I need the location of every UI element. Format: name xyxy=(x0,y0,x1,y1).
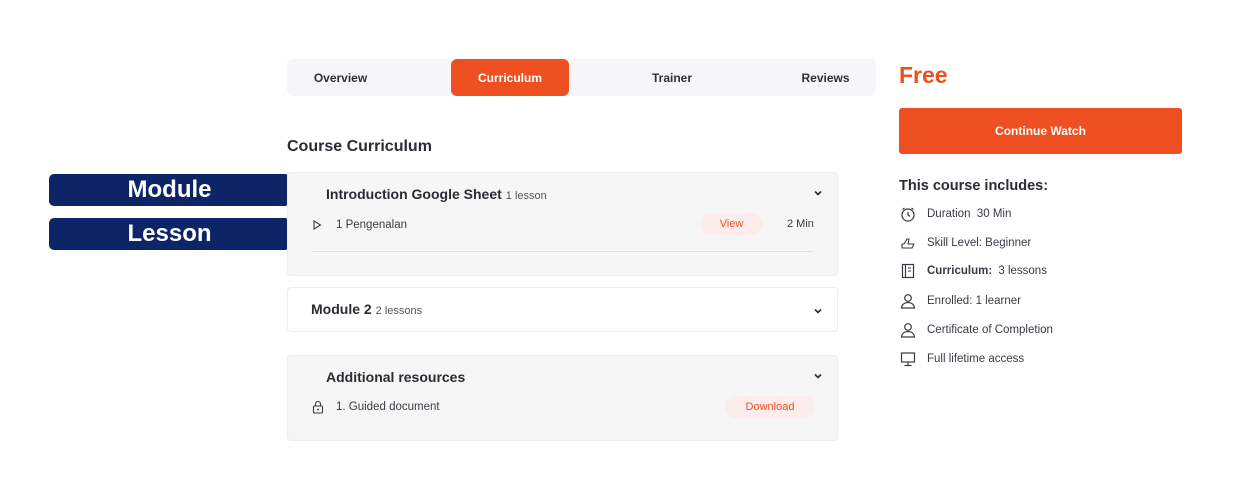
resource-title: 1. Guided document xyxy=(336,401,440,413)
module-lesson-count: 1 lesson xyxy=(505,190,547,202)
module-annotation-label: Module xyxy=(49,174,290,206)
clock-icon xyxy=(899,205,917,223)
chevron-down-icon[interactable] xyxy=(814,307,822,315)
course-price: Free xyxy=(899,62,948,88)
hand-icon xyxy=(899,234,917,252)
include-label: Certificate of Completion xyxy=(927,324,1053,336)
module-header[interactable]: Module 22 lessons xyxy=(311,301,422,317)
module-title: Module 2 xyxy=(311,301,372,317)
module-item: Introduction Google Sheet 1 lesson 1 Peng… xyxy=(287,172,838,276)
include-label: Duration xyxy=(927,208,971,220)
module-title: Introduction Google Sheet xyxy=(326,186,502,202)
include-item-skill: Skill Level: Beginner xyxy=(899,234,1031,252)
lesson-annotation-label: Lesson xyxy=(49,218,290,250)
include-label: Skill Level: Beginner xyxy=(927,237,1032,249)
view-lesson-button[interactable]: View xyxy=(700,213,763,235)
include-item-lifetime: Full lifetime access xyxy=(899,350,1024,368)
tab-curriculum[interactable]: Curriculum xyxy=(451,59,569,96)
course-tabs: Overview Curriculum Trainer Reviews xyxy=(287,59,876,96)
tab-reviews[interactable]: Reviews xyxy=(778,59,873,96)
include-item-enrolled: Enrolled: 1 learner xyxy=(899,292,1021,310)
chevron-down-icon[interactable] xyxy=(814,372,822,380)
user-icon xyxy=(899,292,917,310)
continue-watch-button[interactable]: Continue Watch xyxy=(899,108,1182,154)
includes-title: This course includes: xyxy=(899,178,1049,194)
include-label: Enrolled: 1 learner xyxy=(927,295,1021,307)
include-label: Full lifetime access xyxy=(927,353,1025,365)
divider xyxy=(312,251,813,252)
download-button[interactable]: Download xyxy=(725,396,815,418)
tab-trainer[interactable]: Trainer xyxy=(614,59,730,96)
include-value: 3 lessons xyxy=(998,265,1047,277)
lesson-title: 1 Pengenalan xyxy=(336,219,407,231)
lock-icon xyxy=(312,400,326,414)
tab-overview[interactable]: Overview xyxy=(287,59,394,96)
screen-icon xyxy=(899,350,917,368)
include-value: 30 Min xyxy=(976,208,1012,220)
include-item-certificate: Certificate of Completion xyxy=(899,321,1053,339)
play-icon xyxy=(312,218,326,232)
module-title: Additional resources xyxy=(326,369,466,385)
chevron-down-icon[interactable] xyxy=(814,189,822,197)
include-label: Curriculum: xyxy=(927,265,993,277)
module-header[interactable]: Additional resources xyxy=(326,369,465,385)
module-header[interactable]: Introduction Google Sheet 1 lesson xyxy=(326,186,547,202)
module-lesson-count: 2 lessons xyxy=(375,305,423,317)
module-item: Additional resources 1. Guided document … xyxy=(287,355,838,441)
certificate-icon xyxy=(899,321,917,339)
include-item-curriculum: Curriculum: 3 lessons xyxy=(899,262,1047,280)
curriculum-title: Course Curriculum xyxy=(287,138,432,155)
module-item[interactable]: Module 22 lessons xyxy=(287,287,838,332)
book-icon xyxy=(899,262,917,280)
include-item-duration: Duration 30 Min xyxy=(899,205,1011,223)
lesson-duration: 2 Min xyxy=(787,218,814,230)
